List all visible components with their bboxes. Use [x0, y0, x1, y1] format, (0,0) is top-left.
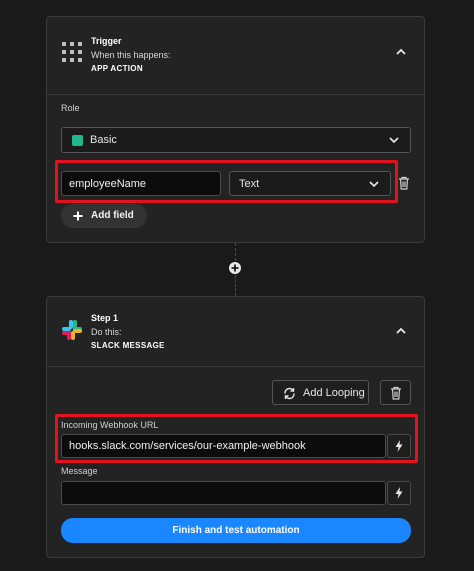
step-action: SLACK MESSAGE — [91, 341, 165, 350]
role-label: Role — [61, 103, 80, 113]
add-looping-label: Add Looping — [303, 387, 365, 399]
trash-icon[interactable] — [398, 176, 410, 190]
trash-icon — [391, 386, 401, 400]
grid-icon — [62, 42, 82, 62]
trigger-header[interactable]: Trigger When this happens: APP ACTION — [47, 17, 424, 95]
step-subtitle: Do this: — [91, 327, 122, 337]
role-select[interactable]: Basic — [61, 127, 411, 153]
plus-icon — [73, 211, 83, 221]
add-looping-button[interactable]: Add Looping — [272, 380, 369, 405]
role-color-swatch — [72, 135, 83, 146]
trigger-card: Trigger When this happens: APP ACTION Ro… — [46, 16, 425, 243]
message-input[interactable] — [61, 481, 386, 505]
collapse-chevron-up-icon[interactable] — [394, 45, 408, 59]
trigger-event: APP ACTION — [91, 64, 143, 73]
role-select-value: Basic — [90, 134, 117, 146]
step-heading: Step 1 Do this: SLACK MESSAGE — [91, 311, 165, 353]
lightning-icon — [395, 487, 403, 499]
add-field-button[interactable]: Add field — [61, 204, 147, 228]
field-row-highlight — [55, 160, 398, 203]
collapse-chevron-up-icon[interactable] — [394, 324, 408, 338]
webhook-highlight — [55, 414, 418, 463]
add-field-label: Add field — [91, 210, 134, 221]
slack-icon — [62, 320, 82, 340]
message-variable-button[interactable] — [387, 481, 411, 505]
step-header[interactable]: Step 1 Do this: SLACK MESSAGE — [47, 297, 424, 367]
trigger-subtitle: When this happens: — [91, 50, 171, 60]
step-title: Step 1 — [91, 313, 119, 323]
trigger-heading: Trigger When this happens: APP ACTION — [91, 34, 171, 76]
trigger-title: Trigger — [91, 36, 122, 46]
delete-step-button[interactable] — [380, 380, 411, 405]
chevron-down-icon — [389, 137, 399, 144]
loop-icon — [284, 387, 295, 400]
plus-icon — [231, 264, 239, 272]
add-step-plus-icon[interactable] — [229, 262, 241, 274]
connector-line-bottom — [235, 275, 236, 296]
finish-and-test-button[interactable]: Finish and test automation — [61, 518, 411, 543]
message-label: Message — [61, 466, 98, 476]
connector-line-top — [235, 243, 236, 261]
